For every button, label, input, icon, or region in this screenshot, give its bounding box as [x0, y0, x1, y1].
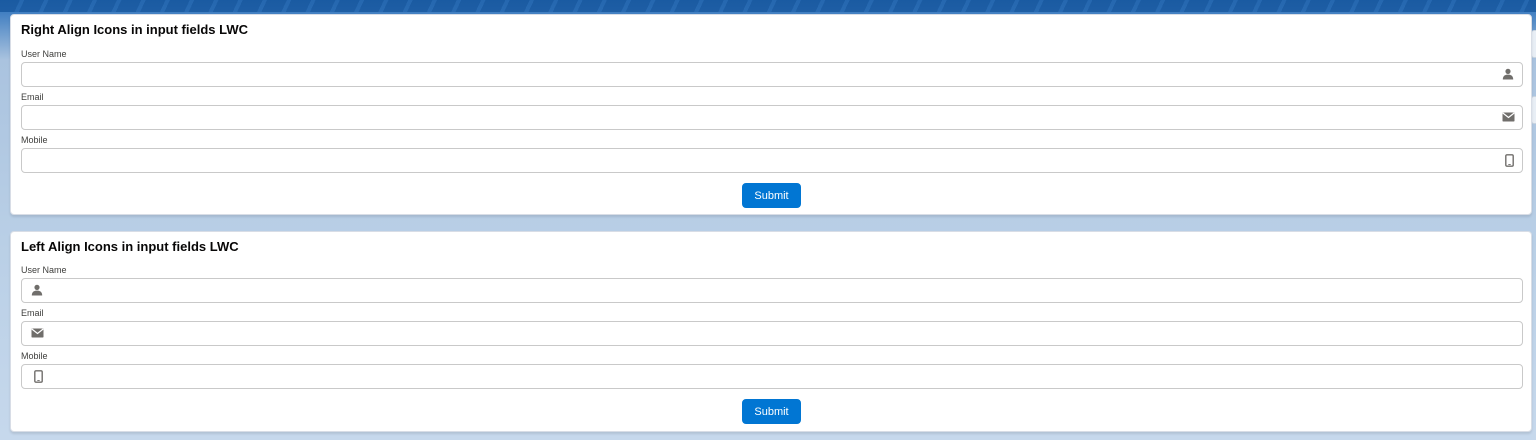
- card-title: Left Align Icons in input fields LWC: [21, 239, 239, 254]
- user-icon: [1501, 67, 1515, 81]
- email-input[interactable]: [21, 105, 1523, 130]
- user-name-label: User Name: [21, 265, 67, 275]
- email-label: Email: [21, 92, 44, 102]
- mobile-input[interactable]: [21, 364, 1523, 389]
- left-align-card: Left Align Icons in input fields LWC Use…: [10, 231, 1532, 432]
- user-name-label: User Name: [21, 49, 67, 59]
- user-name-input[interactable]: [21, 278, 1523, 303]
- submit-button[interactable]: Submit: [742, 399, 801, 424]
- header-banner: [0, 0, 1536, 12]
- mobile-label: Mobile: [21, 135, 48, 145]
- email-icon: [30, 326, 44, 340]
- right-align-card: Right Align Icons in input fields LWC Us…: [10, 14, 1532, 215]
- card-title: Right Align Icons in input fields LWC: [21, 22, 248, 37]
- user-name-input[interactable]: [21, 62, 1523, 87]
- mobile-input[interactable]: [21, 148, 1523, 173]
- mobile-icon: [31, 369, 45, 383]
- email-label: Email: [21, 308, 44, 318]
- mobile-label: Mobile: [21, 351, 48, 361]
- user-icon: [30, 283, 44, 297]
- email-icon: [1501, 110, 1515, 124]
- mobile-icon: [1502, 153, 1516, 167]
- submit-button[interactable]: Submit: [742, 183, 801, 208]
- email-input[interactable]: [21, 321, 1523, 346]
